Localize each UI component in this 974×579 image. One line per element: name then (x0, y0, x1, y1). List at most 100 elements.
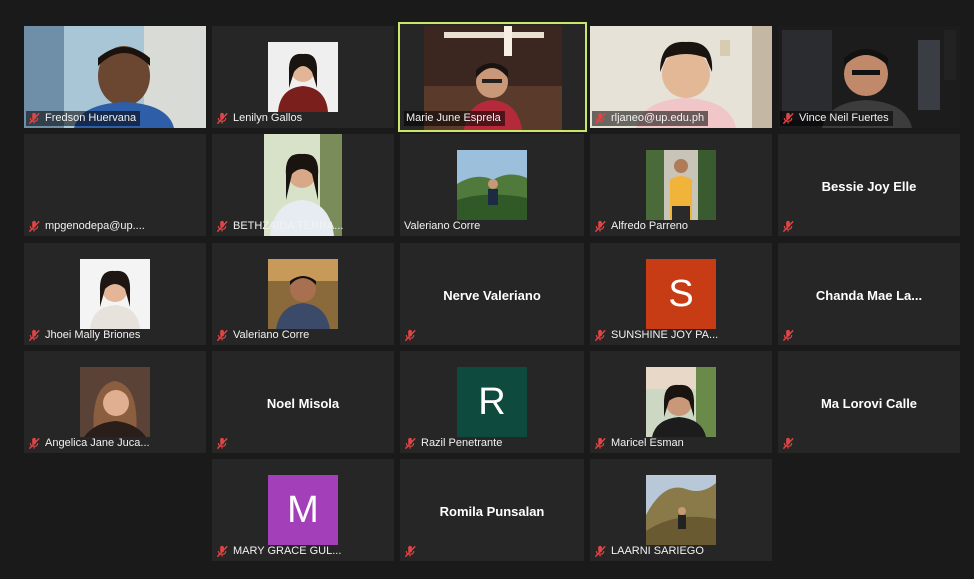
participant-photo (646, 475, 716, 545)
participant-label: Fredson Huervana (26, 111, 141, 126)
video-tile-angelica-jane[interactable]: Angelica Jane Juca... (24, 351, 206, 453)
video-tile-laarni-sariego[interactable]: LAARNI SARIEGO (590, 459, 772, 561)
participant-name: Angelica Jane Juca... (45, 437, 150, 449)
participant-label: Valeriano Corre (402, 219, 484, 234)
video-tile-lenilyn-gallos[interactable]: Lenilyn Gallos (212, 26, 394, 128)
participant-label: MARY GRACE GUL... (214, 544, 345, 559)
participant-display-name: Noel Misola (266, 395, 340, 411)
mic-muted-icon (594, 437, 607, 450)
participant-name: Alfredo Parreno (611, 220, 689, 232)
mic-muted-icon (782, 220, 795, 233)
video-tile-marie-june-esprela[interactable]: Marie June Esprela (398, 22, 587, 132)
video-tile-romila-punsalan[interactable]: Romila Punsalan (400, 459, 584, 561)
mic-muted-icon (594, 112, 607, 125)
video-tile-razil-penetrante[interactable]: R Razil Penetrante (400, 351, 584, 453)
mic-muted-icon (216, 329, 229, 342)
participant-name: Jhoei Mally Briones (45, 329, 141, 341)
participant-photo (80, 367, 150, 437)
participant-label: Jhoei Mally Briones (26, 328, 144, 343)
participant-label: Angelica Jane Juca... (26, 436, 154, 451)
participant-display-name: Bessie Joy Elle (821, 178, 917, 194)
video-tile-jhoei-mally-briones[interactable]: Jhoei Mally Briones (24, 243, 206, 345)
participant-display-name: Romila Punsalan (439, 503, 545, 519)
mic-muted-icon (594, 545, 607, 558)
participant-name: LAARNI SARIEGO (611, 545, 704, 557)
avatar-letter: S (646, 259, 716, 329)
participant-label: SUNSHINE JOY PA... (592, 328, 722, 343)
avatar-letter: M (268, 475, 338, 545)
mic-muted-icon (782, 437, 795, 450)
participant-display-name: Ma Lorovi Calle (820, 395, 918, 411)
video-tile-rljaneo[interactable]: rljaneo@up.edu.ph (590, 26, 772, 128)
participant-display-name: Chanda Mae La... (815, 287, 923, 303)
mic-muted-icon (404, 437, 417, 450)
participant-name: SUNSHINE JOY PA... (611, 329, 719, 341)
participant-label: LAARNI SARIEGO (592, 544, 708, 559)
participant-photo (457, 150, 527, 220)
participant-label: Vince Neil Fuertes (780, 111, 893, 126)
video-tile-nerve-valeriano[interactable]: Nerve Valeriano (400, 243, 584, 345)
video-tile-mpgenodepa[interactable]: mpgenodepa@up.... (24, 134, 206, 236)
participant-photo (268, 259, 338, 329)
participant-label (780, 328, 803, 343)
participant-name: Marie June Esprela (406, 112, 501, 124)
video-tile-maricel-esman[interactable]: Maricel Esman (590, 351, 772, 453)
participant-label: Valeriano Corre (214, 328, 313, 343)
participant-label: BETHZAIDA TERRA... (214, 219, 347, 234)
participant-name: Valeriano Corre (404, 220, 481, 232)
participant-photo (646, 367, 716, 437)
participant-label: Razil Penetrante (402, 436, 506, 451)
video-tile-valeriano-corre-2[interactable]: Valeriano Corre (212, 243, 394, 345)
video-tile-chanda-mae[interactable]: Chanda Mae La... (778, 243, 960, 345)
participant-label: mpgenodepa@up.... (26, 219, 149, 234)
mic-muted-icon (594, 329, 607, 342)
participant-label (780, 219, 803, 234)
participant-label: Maricel Esman (592, 436, 688, 451)
participant-label (402, 328, 425, 343)
participant-label (780, 436, 803, 451)
video-tile-sunshine-joy[interactable]: S SUNSHINE JOY PA... (590, 243, 772, 345)
mic-muted-icon (216, 437, 229, 450)
participant-name: mpgenodepa@up.... (45, 220, 145, 232)
avatar-letter: R (457, 367, 527, 437)
participant-label (214, 436, 237, 451)
video-tile-valeriano-corre-1[interactable]: Valeriano Corre (400, 134, 584, 236)
mic-muted-icon (28, 437, 41, 450)
participant-name: Vince Neil Fuertes (799, 112, 889, 124)
participant-name: MARY GRACE GUL... (233, 545, 342, 557)
participant-name: Fredson Huervana (45, 112, 137, 124)
participant-label: Lenilyn Gallos (214, 111, 306, 126)
participant-label (402, 544, 425, 559)
video-tile-mary-grace[interactable]: M MARY GRACE GUL... (212, 459, 394, 561)
participant-photo (268, 42, 338, 112)
participant-name: Razil Penetrante (421, 437, 503, 449)
participant-label: Marie June Esprela (404, 111, 505, 126)
participant-photo (646, 150, 716, 220)
participant-name: Valeriano Corre (233, 329, 310, 341)
participant-name: rljaneo@up.edu.ph (611, 112, 705, 124)
video-tile-vince-neil-fuertes[interactable]: Vince Neil Fuertes (778, 26, 960, 128)
mic-muted-icon (404, 329, 417, 342)
participant-display-name: Nerve Valeriano (443, 287, 541, 303)
mic-muted-icon (216, 220, 229, 233)
video-tile-fredson-huervana[interactable]: Fredson Huervana (24, 26, 206, 128)
video-tile-bessie-joy-elle[interactable]: Bessie Joy Elle (778, 134, 960, 236)
video-tile-alfredo-parreno[interactable]: Alfredo Parreno (590, 134, 772, 236)
mic-muted-icon (594, 220, 607, 233)
video-tile-bethzaida[interactable]: BETHZAIDA TERRA... (212, 134, 394, 236)
video-tile-ma-lorovi-calle[interactable]: Ma Lorovi Calle (778, 351, 960, 453)
mic-muted-icon (782, 112, 795, 125)
mic-muted-icon (28, 220, 41, 233)
participant-label: rljaneo@up.edu.ph (592, 111, 709, 126)
mic-muted-icon (28, 112, 41, 125)
mic-muted-icon (782, 329, 795, 342)
mic-muted-icon (28, 329, 41, 342)
participant-name: BETHZAIDA TERRA... (233, 220, 344, 232)
mic-muted-icon (216, 112, 229, 125)
participant-label: Alfredo Parreno (592, 219, 692, 234)
mic-muted-icon (404, 545, 417, 558)
participant-photo (80, 259, 150, 329)
participant-name: Maricel Esman (611, 437, 684, 449)
mic-muted-icon (216, 545, 229, 558)
video-tile-noel-misola[interactable]: Noel Misola (212, 351, 394, 453)
